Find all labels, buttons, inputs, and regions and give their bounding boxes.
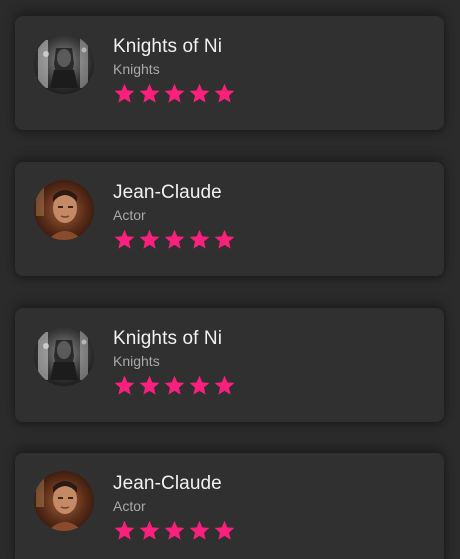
knight-portrait-icon <box>34 326 94 386</box>
item-subtitle: Knights <box>113 61 160 77</box>
star-icon <box>188 374 211 397</box>
avatar <box>34 180 94 240</box>
star-icon <box>138 374 161 397</box>
card-list: Knights of Ni Knights Jean-Claude Actor <box>0 0 460 559</box>
avatar <box>34 471 94 531</box>
list-item-card[interactable]: Knights of Ni Knights <box>15 16 444 130</box>
rating-stars <box>113 374 236 397</box>
star-icon <box>138 519 161 542</box>
star-icon <box>113 374 136 397</box>
list-item-card[interactable]: Jean-Claude Actor <box>15 453 444 559</box>
item-name: Jean-Claude <box>113 473 222 494</box>
star-icon <box>188 519 211 542</box>
star-icon <box>138 82 161 105</box>
avatar <box>34 326 94 386</box>
actor-portrait-icon <box>34 471 94 531</box>
star-icon <box>113 228 136 251</box>
item-name: Knights of Ni <box>113 36 223 57</box>
star-icon <box>213 228 236 251</box>
item-name: Knights of Ni <box>113 328 223 349</box>
star-icon <box>188 228 211 251</box>
star-icon <box>163 519 186 542</box>
star-icon <box>163 228 186 251</box>
knight-portrait-icon <box>34 34 94 94</box>
star-icon <box>113 519 136 542</box>
avatar <box>34 34 94 94</box>
list-item-card[interactable]: Knights of Ni Knights <box>15 308 444 422</box>
star-icon <box>113 82 136 105</box>
rating-stars <box>113 82 236 105</box>
rating-stars <box>113 228 236 251</box>
item-subtitle: Actor <box>113 498 146 514</box>
star-icon <box>138 228 161 251</box>
actor-portrait-icon <box>34 180 94 240</box>
star-icon <box>213 519 236 542</box>
item-name: Jean-Claude <box>113 182 222 203</box>
item-subtitle: Knights <box>113 353 160 369</box>
star-icon <box>163 82 186 105</box>
item-subtitle: Actor <box>113 207 146 223</box>
list-item-card[interactable]: Jean-Claude Actor <box>15 162 444 276</box>
star-icon <box>213 374 236 397</box>
rating-stars <box>113 519 236 542</box>
star-icon <box>188 82 211 105</box>
star-icon <box>163 374 186 397</box>
star-icon <box>213 82 236 105</box>
